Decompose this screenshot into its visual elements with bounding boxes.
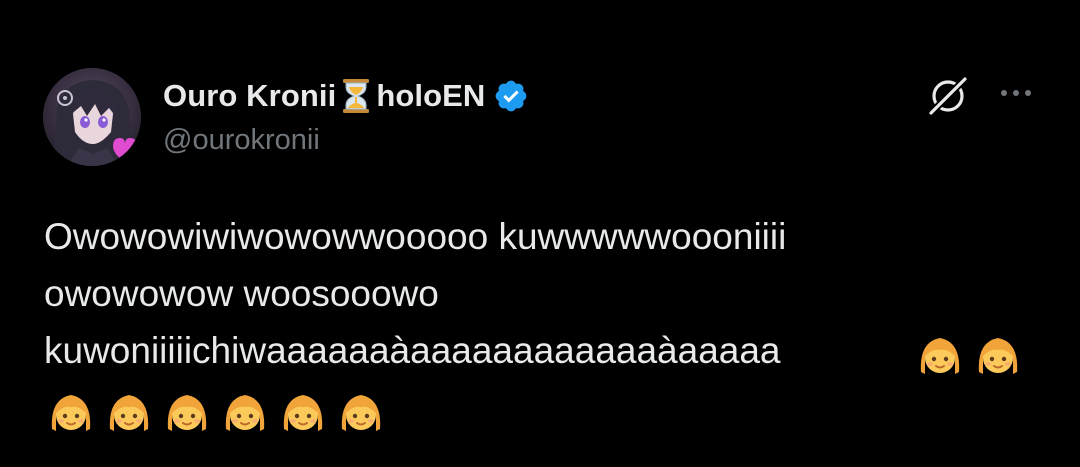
person-emoji-icon (218, 385, 272, 439)
person-emoji-icon (913, 328, 967, 382)
tweet-header: Ouro Kronii holoEN @ourokronii (163, 74, 529, 174)
tweet-card: Ouro Kronii holoEN @ourokronii Owowowiwi… (0, 0, 1080, 467)
person-emoji-icon (334, 385, 388, 439)
person-emoji-icon (276, 385, 330, 439)
grok-icon (927, 77, 967, 117)
person-emoji-icon (160, 385, 214, 439)
person-emoji-icon (102, 385, 156, 439)
display-name-part2[interactable]: holoEN (376, 78, 485, 114)
hourglass-icon (340, 78, 372, 114)
person-emoji-icon (44, 385, 98, 439)
person-emoji-icon (971, 328, 1025, 382)
more-options-button[interactable] (994, 78, 1038, 108)
tweet-text: Owowowiwiwowowwooooo kuwwwwwoooniiii owo… (44, 216, 787, 371)
author-handle[interactable]: @ourokronii (163, 124, 529, 157)
avatar[interactable] (43, 68, 141, 166)
display-name-part1[interactable]: Ouro Kronii (163, 78, 336, 114)
avatar-image (43, 68, 141, 166)
more-dots-icon (1001, 90, 1031, 96)
grok-button[interactable] (926, 74, 970, 118)
emoji-row-line3 (913, 328, 1025, 386)
emoji-row-line4 (44, 385, 388, 443)
author-name-row[interactable]: Ouro Kronii holoEN (163, 74, 529, 118)
verified-badge-icon[interactable] (493, 78, 529, 114)
